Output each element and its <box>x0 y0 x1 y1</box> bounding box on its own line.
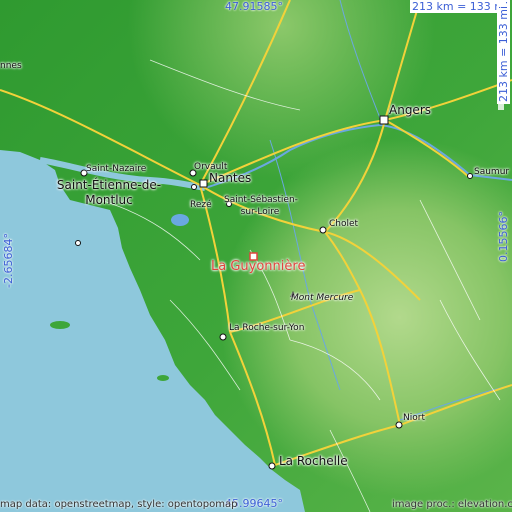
place-saint-sebastien: Saint-Sébastien- sur-Loire <box>224 194 298 218</box>
credit-map-data: map data: openstreetmap, style: opentopo… <box>0 499 238 510</box>
place-saint-etienne-line2: Montluc <box>85 193 133 207</box>
place-la-rochelle: La Rochelle <box>279 454 348 468</box>
map-view[interactable]: 47.91585° 45.99645° -2.65684° 0.15566° 2… <box>0 0 512 512</box>
place-saumur: Saumur <box>474 167 510 177</box>
place-saint-sebastien-line1: Saint-Sébastien- <box>224 195 298 205</box>
place-reze: Rezé <box>190 200 212 210</box>
place-saint-etienne: Saint-Étienne-de- Montluc <box>54 179 164 206</box>
place-nantes: Nantes <box>209 171 252 185</box>
coord-top: 47.91585° <box>225 0 283 13</box>
place-saint-nazaire: Saint-Nazaire <box>86 164 147 174</box>
coord-left: -2.65684° <box>2 233 15 288</box>
place-la-roche-sur-yon: La Roche-sur-Yon <box>229 323 305 333</box>
place-mont-mercure: Mont Mercure <box>291 293 354 303</box>
place-saint-etienne-line1: Saint-Étienne-de- <box>56 178 162 192</box>
scale-vertical: 213 km = 133 mi <box>497 3 510 104</box>
target-place-label: La Guyonnière <box>211 259 306 274</box>
place-niort: Niort <box>403 413 425 423</box>
scale-horizontal: 213 km = 133 mi <box>410 0 511 13</box>
map-terrain <box>0 0 512 512</box>
coord-right: 0.15566° <box>497 211 510 262</box>
place-cholet: Cholet <box>329 219 359 229</box>
place-saint-sebastien-line2: sur-Loire <box>240 207 280 217</box>
place-angers: Angers <box>389 103 431 117</box>
credit-image-proc: image proc.: elevation.city <box>392 499 512 510</box>
place-rennes: nnes <box>0 61 22 71</box>
